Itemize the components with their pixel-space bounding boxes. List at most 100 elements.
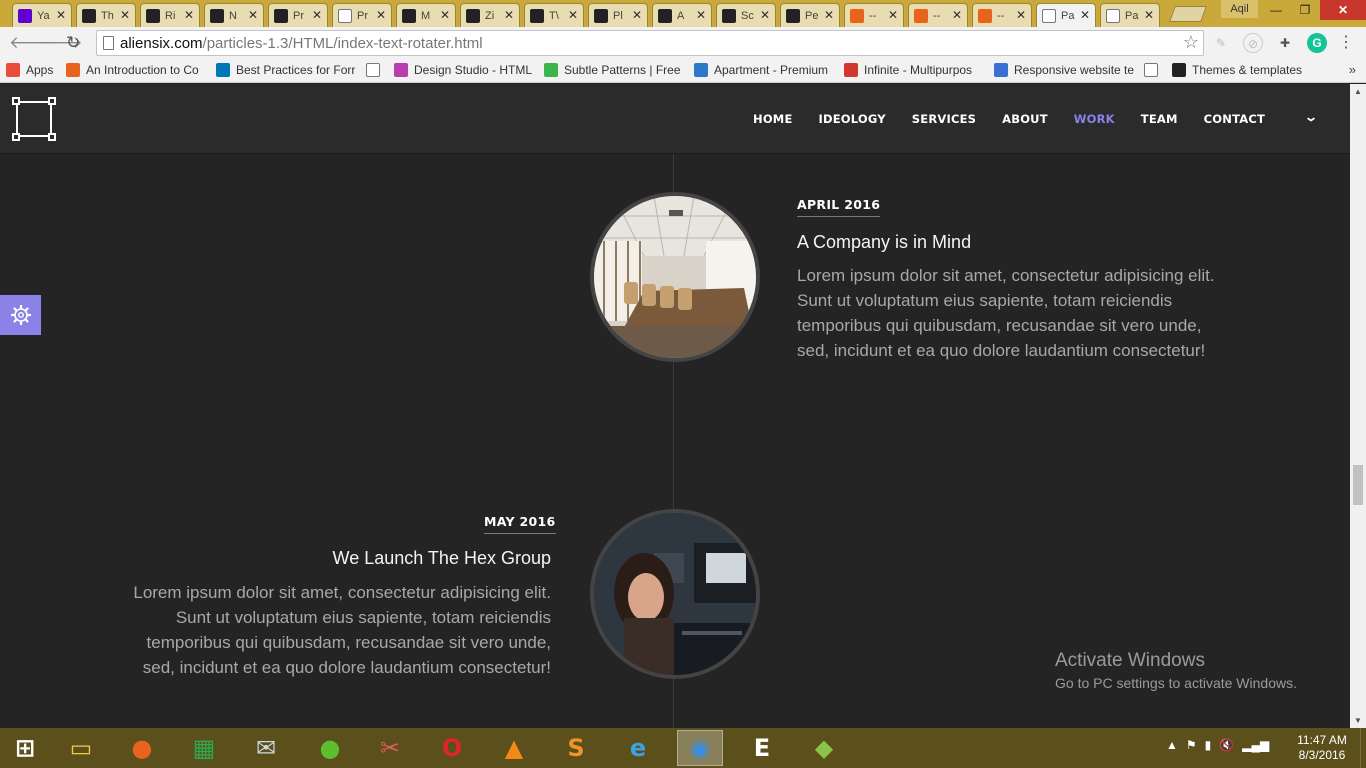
bookmark-item[interactable] (1144, 63, 1164, 77)
browser-tab[interactable]: -- ✕ (844, 3, 904, 27)
bookmark-item[interactable]: Best Practices for Forr (216, 63, 355, 77)
site-header: HOME IDEOLOGY SERVICES ABOUT WORK TEAM CONTACT… (0, 84, 1350, 154)
browser-tab[interactable]: A ✕ (652, 3, 712, 27)
tab-close-icon[interactable]: ✕ (312, 8, 322, 22)
browser-tab[interactable]: Pa ✕ (1036, 3, 1096, 27)
bookmark-item[interactable]: Responsive website te (994, 63, 1134, 77)
browser-tab[interactable]: Pe ✕ (780, 3, 840, 27)
taskbar-app[interactable]: O (429, 730, 475, 766)
nav-item-team[interactable]: TEAM (1141, 112, 1178, 126)
taskbar-app[interactable]: ● (307, 730, 353, 766)
browser-tab[interactable]: -- ✕ (972, 3, 1032, 27)
browser-tab[interactable]: -- ✕ (908, 3, 968, 27)
nav-item-home[interactable]: HOME (753, 112, 793, 126)
tab-close-icon[interactable]: ✕ (824, 8, 834, 22)
nav-item-work[interactable]: WORK (1074, 112, 1115, 126)
taskbar-app[interactable]: ✂ (367, 730, 413, 766)
taskbar-app[interactable]: ⊞ (2, 730, 48, 766)
user-profile-button[interactable]: Aqil (1221, 0, 1258, 18)
tab-close-icon[interactable]: ✕ (1144, 8, 1154, 22)
extension-feather-icon[interactable]: ✎ (1211, 33, 1231, 53)
network-flag-icon[interactable]: ⚑ (1186, 738, 1197, 752)
browser-tab[interactable]: Pa ✕ (1100, 3, 1160, 27)
bookmarks-overflow-button[interactable]: » (1349, 62, 1356, 77)
new-tab-button[interactable] (1169, 6, 1207, 22)
address-bar[interactable]: aliensix.com/particles-1.3/HTML/index-te… (96, 30, 1204, 56)
browser-tab[interactable]: Pr ✕ (332, 3, 392, 27)
scroll-down-arrow-icon[interactable]: ▼ (1354, 716, 1362, 725)
tab-close-icon[interactable]: ✕ (120, 8, 130, 22)
browser-tab[interactable]: Pl ✕ (588, 3, 648, 27)
window-close-button[interactable]: ✕ (1320, 0, 1366, 20)
activate-title: Activate Windows (1055, 650, 1205, 671)
url-text[interactable]: aliensix.com/particles-1.3/HTML/index-te… (120, 35, 483, 52)
browser-tab[interactable]: M ✕ (396, 3, 456, 27)
tab-close-icon[interactable]: ✕ (888, 8, 898, 22)
taskbar-app[interactable]: ✉ (243, 730, 289, 766)
show-desktop-button[interactable] (1360, 728, 1366, 768)
menu-icon[interactable]: ⋮ (1336, 33, 1356, 53)
bookmark-item[interactable]: Design Studio - HTML (394, 63, 532, 77)
extension-blocked-icon[interactable]: ⊘ (1243, 33, 1263, 53)
tab-close-icon[interactable]: ✕ (184, 8, 194, 22)
browser-tab[interactable]: Th ✕ (76, 3, 136, 27)
tab-close-icon[interactable]: ✕ (248, 8, 258, 22)
nav-item-ideology[interactable]: IDEOLOGY (819, 112, 886, 126)
window-maximize-button[interactable]: ❐ (1291, 0, 1319, 20)
taskbar-app[interactable]: E (739, 730, 785, 766)
bookmark-item[interactable]: Apps (6, 63, 53, 77)
battery-icon[interactable]: ▮ (1205, 738, 1212, 752)
page-icon (338, 8, 352, 23)
taskbar-app[interactable]: ▭ (58, 730, 104, 766)
tab-close-icon[interactable]: ✕ (56, 8, 66, 22)
chevron-down-icon[interactable]: ⌄ (1304, 110, 1318, 124)
tab-close-icon[interactable]: ✕ (952, 8, 962, 22)
tab-close-icon[interactable]: ✕ (440, 8, 450, 22)
taskbar-app[interactable]: ● (119, 730, 165, 766)
browser-tab[interactable]: T\ ✕ (524, 3, 584, 27)
browser-tab[interactable]: Ya ✕ (12, 3, 72, 27)
browser-tab[interactable]: Pr ✕ (268, 3, 328, 27)
taskbar-app[interactable]: ▦ (181, 730, 227, 766)
bookmark-star-icon[interactable]: ☆ (1183, 32, 1199, 53)
taskbar-app[interactable]: ◉ (677, 730, 723, 766)
bookmark-item[interactable]: Themes & templates (1172, 63, 1302, 77)
tab-close-icon[interactable]: ✕ (1080, 8, 1090, 22)
taskbar-app[interactable]: ▲ (491, 730, 537, 766)
nav-item-contact[interactable]: CONTACT (1204, 112, 1265, 126)
nav-item-about[interactable]: ABOUT (1002, 112, 1048, 126)
logo-frame-icon[interactable] (12, 97, 56, 141)
grammarly-icon[interactable]: G (1307, 33, 1327, 53)
tray-expand-icon[interactable]: ▲ (1166, 738, 1178, 752)
page-scrollbar[interactable]: ▲ ▼ (1350, 84, 1366, 728)
bookmark-item[interactable]: Apartment - Premium (694, 63, 828, 77)
taskbar-app[interactable]: ◆ (801, 730, 847, 766)
tab-close-icon[interactable]: ✕ (568, 8, 578, 22)
taskbar-app[interactable]: S (553, 730, 599, 766)
browser-tab[interactable]: Sc ✕ (716, 3, 776, 27)
bookmark-item[interactable] (366, 63, 386, 77)
bookmark-item[interactable]: An Introduction to Co (66, 63, 199, 77)
clock[interactable]: 11:47 AM 8/3/2016 (1296, 733, 1348, 763)
taskbar-app[interactable]: e (615, 730, 661, 766)
signal-icon[interactable]: ▂▄▆ (1242, 738, 1269, 752)
nav-item-services[interactable]: SERVICES (912, 112, 976, 126)
window-minimize-button[interactable]: — (1262, 0, 1290, 20)
tab-close-icon[interactable]: ✕ (696, 8, 706, 22)
browser-tab[interactable]: N ✕ (204, 3, 264, 27)
tab-close-icon[interactable]: ✕ (1016, 8, 1026, 22)
volume-muted-icon[interactable]: 🔇 (1219, 738, 1234, 752)
tab-close-icon[interactable]: ✕ (376, 8, 386, 22)
bookmark-item[interactable]: Subtle Patterns | Free (544, 63, 681, 77)
scroll-up-arrow-icon[interactable]: ▲ (1354, 87, 1362, 96)
reload-icon[interactable]: ↻ (66, 33, 80, 53)
tab-close-icon[interactable]: ✕ (760, 8, 770, 22)
bookmark-item[interactable]: Infinite - Multipurpos (844, 63, 972, 77)
extension-puzzle-icon[interactable]: ✚ (1275, 33, 1295, 53)
settings-gear-button[interactable] (0, 295, 41, 335)
browser-tab[interactable]: Zi ✕ (460, 3, 520, 27)
tab-close-icon[interactable]: ✕ (632, 8, 642, 22)
browser-tab[interactable]: Ri ✕ (140, 3, 200, 27)
tab-close-icon[interactable]: ✕ (504, 8, 514, 22)
scrollbar-thumb[interactable] (1353, 465, 1363, 505)
